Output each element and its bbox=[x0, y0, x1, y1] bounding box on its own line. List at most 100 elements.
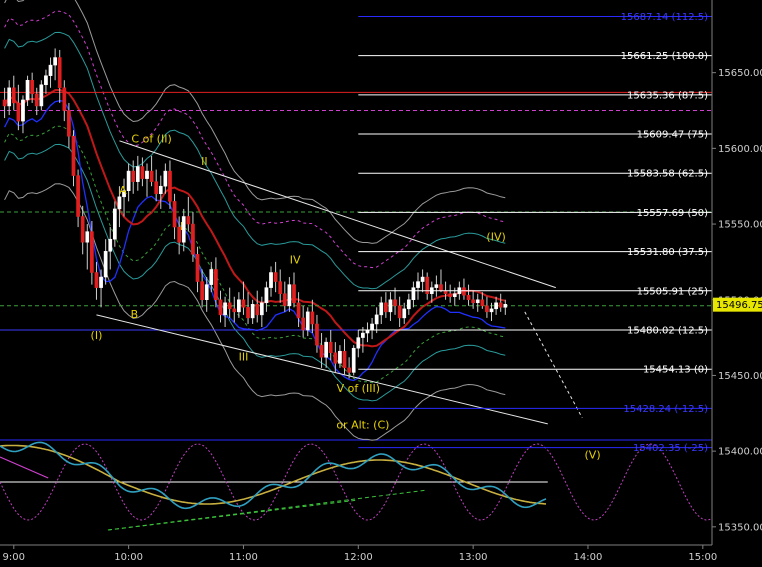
candle-body bbox=[39, 84, 44, 107]
fib-level-label: 15661.25 (100.0) bbox=[621, 51, 708, 62]
candle-body bbox=[99, 276, 103, 288]
fib-level-label: 15402.35 (-25) bbox=[633, 443, 708, 454]
candle-body bbox=[301, 317, 306, 331]
time-tick-label: 11:00 bbox=[229, 552, 258, 563]
candle-body bbox=[315, 323, 319, 346]
candle-body bbox=[112, 208, 117, 240]
candle-body bbox=[145, 170, 149, 179]
candle-body bbox=[25, 79, 30, 101]
time-axis[interactable]: 9:00 10:00 11:00 12:00 13:00 14:00 15:00 bbox=[0, 544, 717, 563]
candle-body bbox=[117, 196, 122, 210]
candle-body bbox=[338, 350, 342, 364]
candle-body bbox=[402, 308, 407, 319]
time-tick-label: 10:00 bbox=[114, 552, 143, 563]
candle-body bbox=[246, 307, 250, 319]
wave-label: IV bbox=[290, 253, 301, 266]
candle-body bbox=[406, 299, 411, 310]
candle-body bbox=[76, 175, 80, 217]
outer-band-lower bbox=[4, 183, 506, 441]
candle-body bbox=[475, 299, 480, 304]
fib-level-label: 15454.13 (0) bbox=[643, 365, 708, 376]
time-tick-label: 15:00 bbox=[688, 552, 717, 563]
candle-body bbox=[158, 185, 163, 195]
candle-body bbox=[53, 57, 57, 66]
price-tick-label: 15650.00 bbox=[718, 68, 762, 79]
candle-body bbox=[67, 110, 71, 137]
horizontal-level-lines bbox=[0, 91, 712, 331]
fib-level-label: 15505.91 (25) bbox=[637, 286, 709, 297]
current-price-label: 15496.75 bbox=[716, 300, 762, 311]
wave-label: or Alt: (C) bbox=[336, 418, 389, 431]
candle-body bbox=[448, 293, 453, 297]
wave-label: B bbox=[131, 308, 139, 321]
candle-body bbox=[204, 284, 209, 301]
candle-body bbox=[361, 332, 365, 338]
candle-body bbox=[269, 272, 273, 288]
fib-level-label: 15609.47 (75) bbox=[637, 130, 709, 141]
candle-body bbox=[16, 102, 21, 122]
candle-body bbox=[319, 344, 324, 358]
price-axis[interactable]: 15650.0015600.0015550.0015500.0015450.00… bbox=[711, 0, 762, 545]
candle-body bbox=[462, 287, 466, 296]
candle-body bbox=[191, 223, 195, 255]
time-tick-label: 14:00 bbox=[574, 552, 603, 563]
candle-body bbox=[466, 294, 471, 301]
candle-body bbox=[168, 170, 172, 202]
chart-canvas[interactable]: 15687.14 (112.5) 15661.25 (100.0) 15635.36… bbox=[0, 0, 762, 567]
time-tick-label: 9:00 bbox=[3, 552, 25, 563]
candle-body bbox=[62, 87, 67, 111]
candle-body bbox=[2, 99, 7, 107]
candle-body bbox=[163, 170, 168, 187]
candle-body bbox=[90, 231, 94, 273]
candle-body bbox=[498, 302, 503, 308]
candle-body bbox=[452, 293, 457, 297]
price-tick-label: 15400.00 bbox=[718, 447, 762, 458]
wave-label: (IV) bbox=[486, 231, 505, 244]
candle-body bbox=[85, 231, 90, 243]
wave-label: I bbox=[180, 220, 183, 233]
candle-body bbox=[351, 347, 356, 373]
wave-label: (I) bbox=[91, 329, 103, 342]
candle-body bbox=[287, 284, 292, 307]
candle-body bbox=[278, 281, 283, 294]
price-tick-label: 15350.00 bbox=[718, 522, 762, 533]
candle-body bbox=[186, 216, 191, 225]
slow-moving-average bbox=[3, 88, 506, 348]
candlestick-series bbox=[2, 48, 508, 379]
candle-body bbox=[7, 87, 12, 107]
candle-body bbox=[420, 276, 425, 282]
elliott-wave-chart[interactable]: 15687.14 (112.5) 15661.25 (100.0) 15635.36… bbox=[0, 0, 762, 567]
candle-body bbox=[223, 302, 227, 316]
candle-body bbox=[384, 302, 388, 313]
candle-body bbox=[393, 299, 397, 307]
candle-body bbox=[200, 281, 204, 301]
candle-body bbox=[370, 323, 374, 331]
candle-body bbox=[397, 305, 402, 319]
candle-body bbox=[94, 272, 99, 288]
candle-body bbox=[485, 305, 489, 313]
candle-body bbox=[250, 304, 255, 319]
wave-label: (V) bbox=[585, 449, 601, 462]
candle-body bbox=[273, 272, 278, 282]
wave-label: II bbox=[201, 155, 208, 168]
candle-body bbox=[347, 367, 351, 373]
candle-body bbox=[57, 57, 62, 89]
candle-body bbox=[379, 302, 384, 316]
price-tick-label: 15550.00 bbox=[718, 220, 762, 231]
candle-body bbox=[80, 216, 85, 243]
candle-body bbox=[108, 238, 113, 252]
oscillator-line-teal bbox=[0, 441, 547, 510]
candle-body bbox=[324, 341, 328, 358]
price-tick-label: 15600.00 bbox=[718, 144, 762, 155]
candle-body bbox=[503, 304, 508, 308]
magenta-dashed-band bbox=[4, 10, 506, 269]
candle-body bbox=[30, 79, 35, 95]
candle-body bbox=[71, 136, 76, 176]
candle-body bbox=[494, 302, 498, 310]
fast-moving-average bbox=[4, 100, 506, 382]
fib-level-label: 15480.02 (12.5) bbox=[627, 325, 708, 336]
fibonacci-levels: 15687.14 (112.5) 15661.25 (100.0) 15635.36… bbox=[358, 12, 712, 454]
candle-body bbox=[218, 299, 223, 316]
candle-body bbox=[237, 299, 241, 313]
candle-body bbox=[149, 170, 154, 182]
